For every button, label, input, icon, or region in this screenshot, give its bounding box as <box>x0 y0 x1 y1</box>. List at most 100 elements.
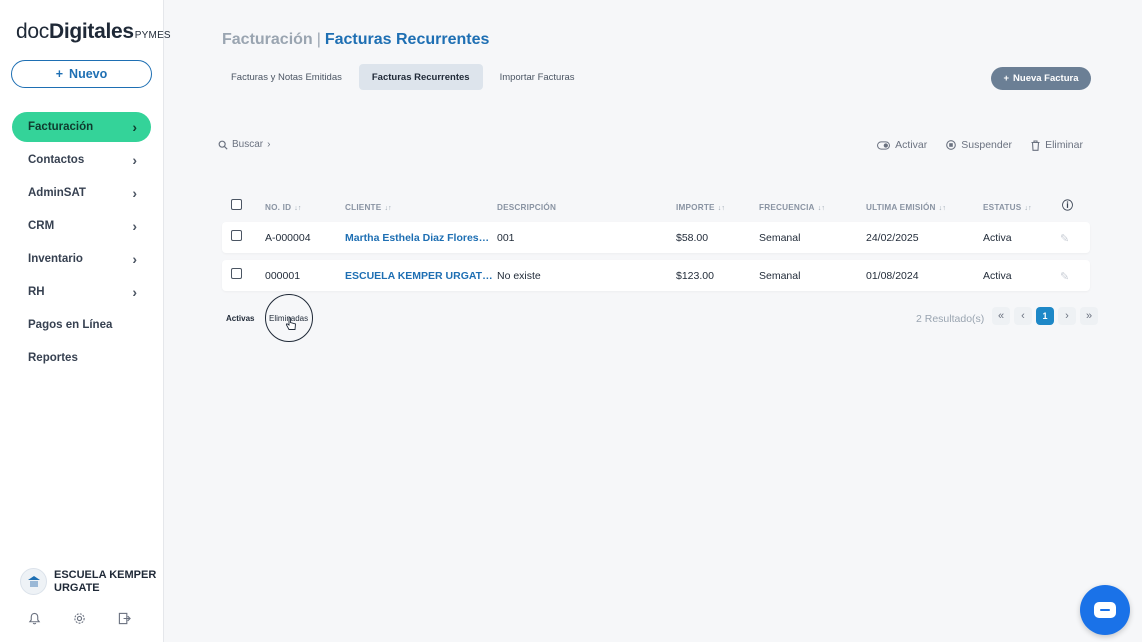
sidebar-item-crm[interactable]: CRM › <box>12 211 151 241</box>
bell-icon[interactable] <box>28 612 41 625</box>
breadcrumb-current: Facturas Recurrentes <box>324 31 490 48</box>
logout-icon[interactable] <box>118 612 131 625</box>
chevron-right-icon: › <box>132 152 137 168</box>
search-toggle[interactable]: Buscar › <box>218 139 270 150</box>
new-invoice-button[interactable]: + Nueva Factura <box>991 67 1091 90</box>
table-row[interactable]: 000001 ESCUELA KEMPER URGAT… No existe $… <box>222 260 1090 291</box>
chevron-right-icon: › <box>132 185 137 201</box>
column-header-client[interactable]: CLIENTE ↓↑ <box>345 203 392 212</box>
trash-icon <box>1031 139 1040 151</box>
new-button-label: Nuevo <box>69 67 108 81</box>
sort-icon: ↓↑ <box>938 205 947 212</box>
row-amount: $123.00 <box>676 270 714 282</box>
new-button[interactable]: + Nuevo <box>11 60 152 88</box>
breadcrumb-section[interactable]: Facturación <box>222 31 313 48</box>
sidebar-item-reportes[interactable]: Reportes <box>12 343 151 373</box>
column-header-label: IMPORTE <box>676 203 715 212</box>
tab-facturas-recurrentes[interactable]: Facturas Recurrentes <box>358 64 483 90</box>
activate-button[interactable]: Activar <box>877 139 927 151</box>
column-header-frequency[interactable]: FRECUENCIA ↓↑ <box>759 203 825 212</box>
plus-icon: + <box>55 67 64 81</box>
edit-pencil-icon[interactable]: ✎ <box>1060 270 1069 283</box>
logo-doc: doc <box>16 20 49 43</box>
sort-icon: ↓↑ <box>294 205 302 212</box>
company-name-line1: ESCUELA KEMPER <box>54 568 157 581</box>
sidebar-item-label: RH <box>28 286 45 298</box>
column-header-label: NO. ID <box>265 203 292 212</box>
column-header-label: CLIENTE <box>345 203 382 212</box>
row-frequency: Semanal <box>759 232 801 244</box>
sidebar-item-contactos[interactable]: Contactos › <box>12 145 151 175</box>
sidebar-footer <box>28 612 131 625</box>
column-header-label: ESTATUS <box>983 203 1022 212</box>
info-icon[interactable]: ⓘ <box>1062 197 1073 213</box>
row-status: Activa <box>983 232 1012 244</box>
chat-button[interactable] <box>1080 585 1130 635</box>
next-page-button[interactable]: › <box>1058 307 1076 325</box>
company-avatar <box>20 568 47 595</box>
sidebar-item-label: AdminSAT <box>28 187 86 199</box>
column-header-id[interactable]: NO. ID ↓↑ <box>265 203 302 212</box>
sort-icon: ↓↑ <box>384 205 392 212</box>
row-client-link[interactable]: ESCUELA KEMPER URGAT… <box>345 270 493 282</box>
logo-pymes: PYMES <box>134 30 171 41</box>
edit-pencil-icon[interactable]: ✎ <box>1060 232 1069 245</box>
prev-page-button[interactable]: ‹ <box>1014 307 1032 325</box>
select-all-checkbox[interactable] <box>231 199 242 210</box>
sidebar-item-rh[interactable]: RH › <box>12 277 151 307</box>
last-page-button[interactable]: » <box>1080 307 1098 325</box>
sidebar-item-adminsat[interactable]: AdminSAT › <box>12 178 151 208</box>
sidebar-item-label: Inventario <box>28 253 83 265</box>
sidebar-item-facturacion[interactable]: Facturación › <box>12 112 151 142</box>
table-row[interactable]: A-000004 Martha Esthela Diaz Flores… 001… <box>222 222 1090 253</box>
company-selector[interactable]: ESCUELA KEMPER URGATE <box>20 568 156 595</box>
row-last-issue: 24/02/2025 <box>866 232 919 244</box>
school-icon <box>27 575 40 587</box>
suspend-button[interactable]: Suspender <box>946 139 1012 151</box>
row-frequency: Semanal <box>759 270 801 282</box>
column-header-amount[interactable]: IMPORTE ↓↑ <box>676 203 725 212</box>
row-last-issue: 01/08/2024 <box>866 270 919 282</box>
chevron-right-icon: › <box>132 218 137 234</box>
sort-icon: ↓↑ <box>1024 205 1032 212</box>
tab-importar-facturas[interactable]: Importar Facturas <box>487 64 588 90</box>
breadcrumb-separator: | <box>316 31 321 48</box>
delete-button[interactable]: Eliminar <box>1031 139 1083 151</box>
tab-facturas-notas-emitidas[interactable]: Facturas y Notas Emitidas <box>218 64 355 90</box>
status-tab-active[interactable]: Activas <box>226 314 254 323</box>
tab-bar: Facturas y Notas Emitidas Facturas Recur… <box>218 64 588 90</box>
hand-cursor-icon <box>285 317 296 330</box>
search-icon <box>218 140 228 150</box>
row-status: Activa <box>983 270 1012 282</box>
logo[interactable]: docDigitalesPYMES <box>16 20 171 44</box>
sidebar-nav: Facturación › Contactos › AdminSAT › CRM… <box>12 112 151 376</box>
gear-icon[interactable] <box>73 612 86 625</box>
chevron-right-icon: › <box>132 284 137 300</box>
page-number-button[interactable]: 1 <box>1036 307 1054 325</box>
column-header-label: ULTIMA EMISIÓN <box>866 203 936 212</box>
suspend-label: Suspender <box>961 139 1013 151</box>
sidebar-item-label: Pagos en Línea <box>28 319 113 331</box>
chevron-right-icon: › <box>267 139 271 150</box>
row-description: 001 <box>497 232 515 244</box>
sidebar: docDigitalesPYMES + Nuevo Facturación › … <box>0 0 171 642</box>
row-client-link[interactable]: Martha Esthela Diaz Flores… <box>345 232 489 244</box>
first-page-button[interactable]: « <box>992 307 1010 325</box>
sidebar-item-label: Contactos <box>28 154 85 166</box>
bulk-actions: Activar Suspender Eliminar <box>877 139 1083 151</box>
row-checkbox[interactable] <box>231 268 242 279</box>
table-header: NO. ID ↓↑ CLIENTE ↓↑ DESCRIPCIÓN IMPORTE ↓↑… <box>222 196 1090 218</box>
row-checkbox[interactable] <box>231 230 242 241</box>
row-id: A-000004 <box>265 232 311 244</box>
column-header-status[interactable]: ESTATUS ↓↑ <box>983 203 1032 212</box>
chat-bubble-icon <box>1094 602 1116 618</box>
sidebar-item-label: Reportes <box>28 352 78 364</box>
sidebar-item-inventario[interactable]: Inventario › <box>12 244 151 274</box>
column-header-description: DESCRIPCIÓN <box>497 203 557 212</box>
new-invoice-label: Nueva Factura <box>1013 73 1079 84</box>
stop-circle-icon <box>946 140 957 150</box>
toggle-icon <box>877 140 891 150</box>
row-description: No existe <box>497 270 541 282</box>
sidebar-item-pagos[interactable]: Pagos en Línea <box>12 310 151 340</box>
column-header-last-issue[interactable]: ULTIMA EMISIÓN ↓↑ <box>866 203 946 212</box>
